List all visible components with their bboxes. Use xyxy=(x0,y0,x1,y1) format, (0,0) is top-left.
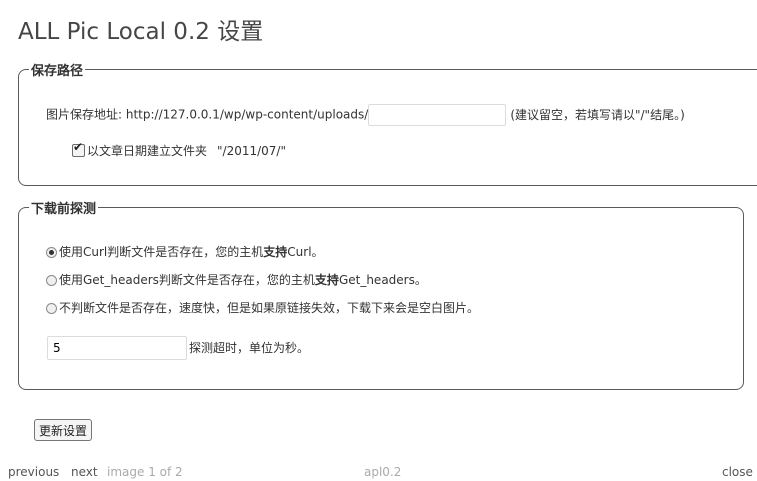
option-bold: 支持 xyxy=(314,273,339,287)
option-text-end: Get_headers。 xyxy=(338,273,427,287)
option-text: 使用Get_headers判断文件是否存在，您的主机 xyxy=(59,273,315,287)
close-link[interactable]: close xyxy=(722,465,753,479)
save-path-legend: 保存路径 xyxy=(31,64,84,79)
save-path-input[interactable] xyxy=(368,104,507,126)
option-text: 使用Curl判断文件是否存在，您的主机 xyxy=(59,245,264,259)
option-text-end: Curl。 xyxy=(287,245,324,259)
radio-curl[interactable] xyxy=(46,247,57,258)
detect-option-getheaders[interactable]: 使用Get_headers判断文件是否存在，您的主机支持Get_headers。 xyxy=(46,271,427,288)
detect-option-curl[interactable]: 使用Curl判断文件是否存在，您的主机支持Curl。 xyxy=(46,243,324,260)
radio-none[interactable] xyxy=(46,303,57,314)
detect-option-none[interactable]: 不判断文件是否存在，速度快，但是如果原链接失效，下载下来会是空白图片。 xyxy=(46,299,479,316)
timeout-input[interactable] xyxy=(47,336,187,360)
detect-legend: 下载前探测 xyxy=(31,202,97,217)
timeout-label: 探测超时，单位为秒。 xyxy=(189,340,310,355)
save-path-hint: (建议留空，若填写请以"/"结尾。) xyxy=(510,107,685,122)
date-folder-row: ✔ 以文章日期建立文件夹 "/2011/07/" xyxy=(72,140,286,159)
option-text: 不判断文件是否存在，速度快，但是如果原链接失效，下载下来会是空白图片。 xyxy=(59,301,480,315)
update-settings-button[interactable]: 更新设置 xyxy=(34,419,93,441)
date-folder-checkbox[interactable]: ✔ xyxy=(72,140,85,157)
save-path-row: 图片保存地址: http://127.0.0.1/wp/wp-content/u… xyxy=(46,104,685,126)
save-path-label: 图片保存地址: http://127.0.0.1/wp/wp-content/u… xyxy=(46,107,369,122)
previous-link[interactable]: previous xyxy=(8,465,59,479)
checkmark-icon: ✔ xyxy=(73,140,84,154)
page-title: ALL Pic Local 0.2 设置 xyxy=(18,19,264,45)
date-folder-example: "/2011/07/" xyxy=(217,144,286,158)
detect-section: 下载前探测 xyxy=(18,198,744,390)
next-link[interactable]: next xyxy=(71,465,98,479)
image-counter: image 1 of 2 xyxy=(107,465,183,479)
radio-getheaders[interactable] xyxy=(46,275,57,286)
timeout-row: 探测超时，单位为秒。 xyxy=(47,336,309,360)
option-bold: 支持 xyxy=(263,245,288,259)
image-caption: apl0.2 xyxy=(364,465,402,479)
date-folder-label: 以文章日期建立文件夹 xyxy=(87,144,208,158)
